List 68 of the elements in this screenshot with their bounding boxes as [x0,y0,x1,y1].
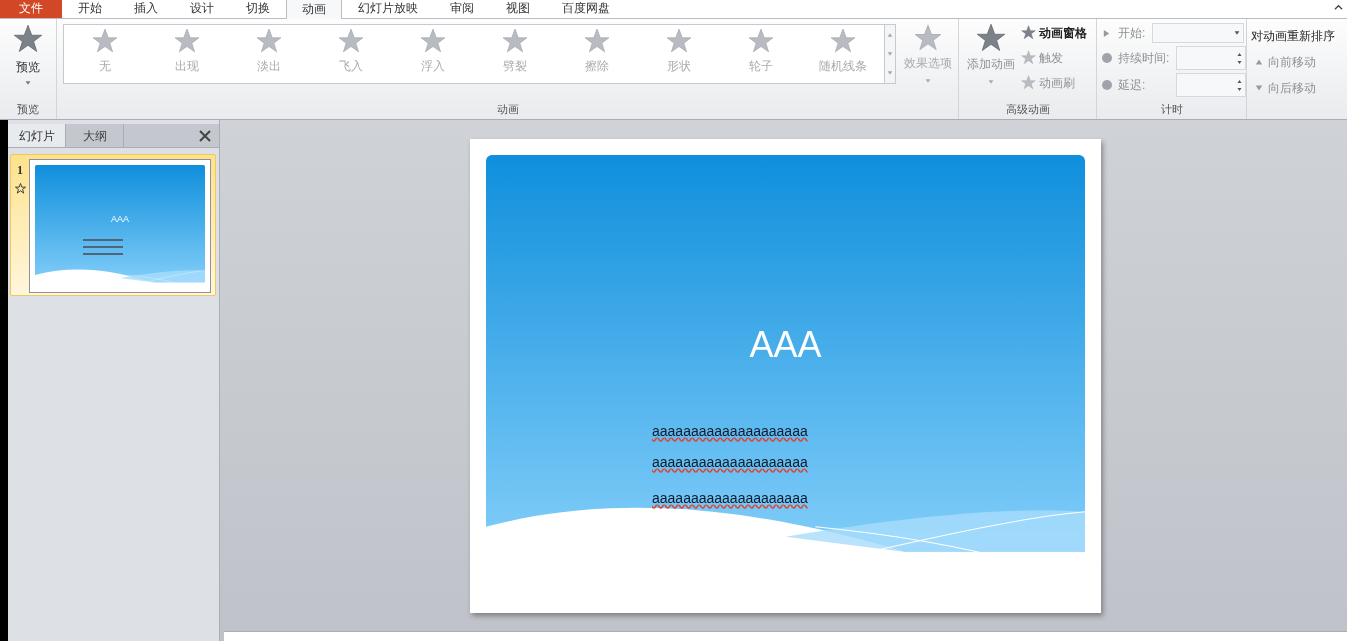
delay-label: 延迟: [1118,77,1147,94]
ribbon-tab[interactable]: 幻灯片放映 [342,0,434,18]
star-icon [420,28,446,54]
start-label: 开始: [1118,25,1147,42]
file-tab[interactable]: 文件 [0,0,62,18]
effect-options-button[interactable]: 效果选项 [898,24,958,101]
thumbnail-title: AAA [110,213,130,226]
star-icon [92,28,118,54]
ribbon-tab[interactable]: 切换 [230,0,286,18]
group-label: 计时 [1159,102,1184,117]
close-icon[interactable] [199,129,211,142]
dropdown-arrow-icon [25,80,31,86]
star-icon [584,28,610,54]
slide-number: 1 [17,162,23,179]
spin-down-icon [1237,59,1242,65]
group-label: 高级动画 [1004,102,1051,117]
duration-label: 持续时间: [1118,50,1171,67]
scroll-down-icon [886,51,893,57]
panel-tab[interactable]: 幻灯片 [8,124,66,147]
collapse-ribbon-icon[interactable] [1334,3,1343,12]
start-dropdown[interactable] [1152,23,1244,43]
group-label: 动画 [495,102,520,117]
star-icon [1021,50,1036,65]
star-icon [748,28,774,54]
spin-up-icon [1237,78,1242,84]
dropdown-arrow-icon [988,79,994,85]
dropdown-arrow-icon [925,78,932,84]
scroll-up-icon [886,31,893,38]
star-icon [256,28,282,54]
ribbon-tab[interactable]: 开始 [62,0,118,18]
slide-thumbnail-row[interactable]: 1 AAA [10,154,216,296]
ribbon-tab[interactable]: 插入 [118,0,174,18]
star-icon [1021,75,1036,90]
star-icon [338,28,364,54]
ribbon-tab[interactable]: 设计 [174,0,230,18]
reorder-title: 对动画重新排序 [1251,28,1336,45]
advanced-animation-item[interactable]: 动画窗格 [1021,23,1087,42]
delay-spinner[interactable] [1176,73,1246,97]
slide-text-line: aaaaaaaaaaaaaaaaaaaa [652,422,808,440]
star-icon [830,28,856,54]
star-icon [174,28,200,54]
spin-up-icon [1237,51,1242,57]
preview-star-icon [13,24,43,54]
slide-title: AAA [748,325,823,365]
group-label: 预览 [16,102,40,117]
duration-spinner[interactable] [1176,46,1246,70]
ribbon-tab[interactable]: 动画 [286,0,342,19]
ribbon-tab[interactable]: 百度网盘 [546,0,626,18]
animation-star-icon [14,183,26,194]
up-arrow-icon [1255,58,1263,66]
down-arrow-icon [1255,84,1263,92]
add-animation-button[interactable]: 添加动画 [965,23,1017,101]
slide-text-line: aaaaaaaaaaaaaaaaaaaa [652,489,808,507]
spin-down-icon [1237,86,1242,92]
ribbon-tab[interactable]: 审阅 [434,0,490,18]
gallery-more-icon [886,70,893,77]
move-earlier-button[interactable]: 向前移动 [1251,53,1347,71]
move-later-button[interactable]: 向后移动 [1251,79,1347,97]
star-icon [914,24,943,52]
slide-text-line: aaaaaaaaaaaaaaaaaaaa [652,453,808,471]
star-icon [1021,25,1036,40]
ribbon-tab[interactable]: 视图 [490,0,546,18]
star-icon [502,28,528,54]
notes-pane[interactable] [224,631,1347,641]
star-icon [666,28,692,54]
preview-button[interactable]: 预览 [0,19,56,101]
play-icon [1102,28,1111,38]
dropdown-arrow-icon [1234,30,1240,36]
